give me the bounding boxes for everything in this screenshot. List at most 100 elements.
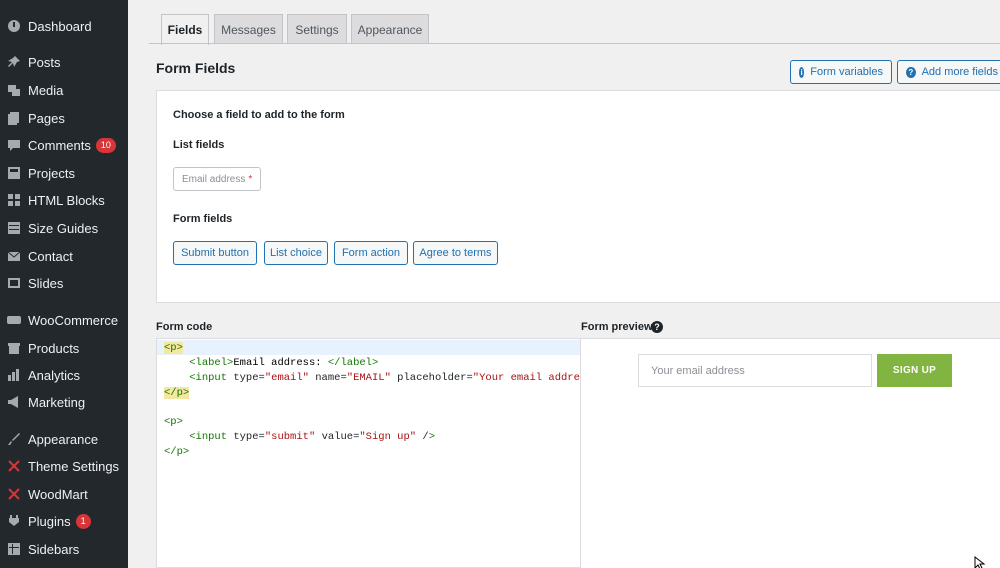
email-address-field[interactable]: Email address *: [173, 167, 261, 191]
sidebar-item-label: Dashboard: [28, 18, 92, 34]
form-variables-label: Form variables: [810, 66, 883, 78]
add-more-fields-label: Add more fields: [921, 66, 998, 78]
form-code-label: Form code: [156, 321, 213, 333]
x-icon: [7, 487, 21, 501]
fields-panel: Choose a field to add to the form List f…: [156, 90, 1000, 303]
sidebar-item-label: Comments: [28, 137, 91, 153]
tab-fields[interactable]: Fields: [161, 14, 209, 45]
sidebar-item-contact[interactable]: Contact: [0, 243, 128, 269]
sidebar-item-sidebars[interactable]: Sidebars: [0, 536, 128, 562]
sidebar-item-label: Sidebars: [28, 541, 80, 557]
sidebar-item-label: HTML Blocks: [28, 192, 105, 208]
mouse-cursor-icon: [974, 556, 986, 568]
sidebar-item-comments[interactable]: Comments 10: [0, 132, 128, 158]
sidebar-item-dashboard[interactable]: Dashboard: [0, 13, 128, 39]
sidebar-item-analytics[interactable]: Analytics: [0, 362, 128, 388]
add-more-fields-button[interactable]: ? Add more fields: [897, 60, 1000, 84]
media-icon: [7, 83, 21, 97]
sidebar-item-posts[interactable]: Posts: [0, 49, 128, 75]
submit-button-field[interactable]: Submit button: [173, 241, 257, 265]
sidebar-item-label: Posts: [28, 54, 61, 70]
count-badge: 10: [95, 137, 116, 153]
code-line: </p>: [164, 387, 190, 399]
sidebar-item-projects[interactable]: Projects: [0, 160, 128, 186]
fields-panel-heading: Choose a field to add to the form: [173, 109, 345, 121]
pin-icon: [7, 55, 21, 69]
bar-chart-icon: [7, 368, 21, 382]
tab-appearance[interactable]: Appearance: [351, 14, 429, 44]
sidebar-item-slides[interactable]: Slides: [0, 270, 128, 296]
sidebar-item-label: Media: [28, 82, 64, 98]
dashboard-icon: [7, 19, 21, 33]
info-icon: i: [799, 66, 805, 78]
sidebar-item-size-guides[interactable]: Size Guides: [0, 215, 128, 241]
code-line: <input type="submit" value="Sign up" />: [189, 431, 436, 443]
sidebar-item-marketing[interactable]: Marketing: [0, 389, 128, 415]
sidebar-item-label: Plugins: [28, 513, 71, 529]
sidebar-item-theme-settings[interactable]: Theme Settings: [0, 453, 128, 479]
brush-icon: [7, 432, 21, 446]
sidebar-item-woocommerce[interactable]: WooCommerce: [0, 307, 128, 333]
agree-to-terms-field[interactable]: Agree to terms: [413, 241, 498, 265]
form-fields-label: Form fields: [173, 213, 233, 225]
code-line: <input type="email" name="EMAIL" placeho…: [189, 372, 580, 384]
form-preview-pane: Your email address SIGN UP: [581, 338, 1000, 568]
sidebar-item-products[interactable]: Products: [0, 335, 128, 361]
active-line-highlight: [157, 340, 580, 355]
code-line: <p>: [164, 342, 183, 354]
table-icon: [7, 221, 21, 235]
sidebar-item-label: Theme Settings: [28, 458, 120, 474]
sidebar-item-label: Analytics: [28, 367, 81, 383]
sidebar-item-label: Pages: [28, 110, 65, 126]
email-address-field-label: Email address: [182, 173, 246, 185]
woo-icon: [7, 313, 21, 327]
preview-signup-button[interactable]: SIGN UP: [877, 354, 952, 387]
required-mark: *: [248, 173, 253, 185]
form-action-field[interactable]: Form action: [334, 241, 408, 265]
sidebar-item-label: Size Guides: [28, 220, 99, 236]
projects-icon: [7, 166, 21, 180]
tab-settings[interactable]: Settings: [287, 14, 347, 44]
sidebar-item-appearance[interactable]: Appearance: [0, 426, 128, 452]
help-icon: ?: [906, 66, 916, 78]
comment-icon: [7, 138, 21, 152]
admin-sidebar: Dashboard Posts Media Pages Comments 10 Projec…: [0, 0, 128, 568]
form-preview-label: Form preview: [581, 321, 653, 333]
x-icon: [7, 459, 21, 473]
tab-divider: [149, 43, 1000, 44]
list-choice-field[interactable]: List choice: [264, 241, 328, 265]
mail-icon: [7, 249, 21, 263]
pages-icon: [7, 111, 21, 125]
sidebar-item-pages[interactable]: Pages: [0, 105, 128, 131]
sidebar-item-label: WooCommerce: [28, 312, 119, 328]
grid-icon: [7, 542, 21, 556]
code-line: </p>: [164, 446, 190, 458]
page-title: Form Fields: [156, 60, 236, 76]
main-content: Fields Messages Settings Appearance Form…: [128, 0, 1000, 568]
preview-help-icon[interactable]: ?: [651, 321, 663, 333]
code-line: <p>: [164, 416, 183, 428]
sidebar-item-label: Contact: [28, 248, 73, 264]
slides-icon: [7, 276, 21, 290]
code-line: <label>Email address: </label>: [189, 357, 379, 369]
count-badge: 1: [75, 513, 91, 529]
plugin-icon: [7, 514, 21, 528]
sidebar-item-label: WoodMart: [28, 486, 88, 502]
form-variables-button[interactable]: i Form variables: [790, 60, 892, 84]
sidebar-item-html-blocks[interactable]: HTML Blocks: [0, 187, 128, 213]
list-fields-label: List fields: [173, 139, 225, 151]
sidebar-item-label: Slides: [28, 275, 64, 291]
archive-icon: [7, 341, 21, 355]
tab-messages[interactable]: Messages: [214, 14, 283, 44]
sidebar-item-label: Appearance: [28, 431, 99, 447]
sidebar-item-media[interactable]: Media: [0, 77, 128, 103]
sidebar-item-label: Projects: [28, 165, 75, 181]
blocks-icon: [7, 193, 21, 207]
sidebar-item-label: Marketing: [28, 394, 86, 410]
megaphone-icon: [7, 395, 21, 409]
sidebar-item-woodmart[interactable]: WoodMart: [0, 481, 128, 507]
preview-email-input[interactable]: Your email address: [638, 354, 872, 387]
sidebar-item-label: Products: [28, 340, 80, 356]
sidebar-item-plugins[interactable]: Plugins 1: [0, 508, 128, 534]
form-code-editor[interactable]: <p> <label>Email address: </label> <inpu…: [156, 338, 581, 568]
